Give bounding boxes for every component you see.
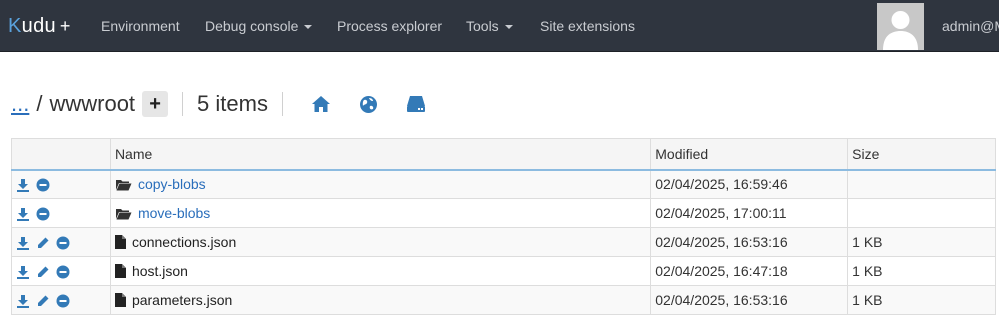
- edit-icon[interactable]: [36, 294, 50, 308]
- user-icon: [877, 3, 924, 50]
- kudu-logo[interactable]: Kudu +: [8, 12, 71, 40]
- row-actions: [11, 227, 111, 257]
- folder-name-link[interactable]: copy-blobs: [138, 176, 206, 192]
- row-actions: [11, 198, 111, 228]
- modified-cell: 02/04/2025, 16:59:46: [650, 169, 849, 199]
- item-count: 5 items: [197, 91, 268, 116]
- chevron-down-icon: [304, 25, 313, 30]
- brand-text: udu: [21, 14, 56, 37]
- file-icon: [114, 235, 126, 249]
- delete-icon[interactable]: [36, 207, 50, 221]
- file-name[interactable]: parameters.json: [132, 292, 232, 308]
- folder-name-link[interactable]: move-blobs: [138, 205, 210, 221]
- nav-site-extensions[interactable]: Site extensions: [540, 0, 635, 52]
- modified-cell: 02/04/2025, 16:53:16: [650, 227, 849, 257]
- modified-column-header[interactable]: Modified: [650, 138, 849, 171]
- download-icon[interactable]: [16, 207, 30, 222]
- delete-icon[interactable]: [56, 236, 70, 250]
- avatar[interactable]: [877, 3, 924, 50]
- divider: [182, 92, 184, 116]
- brand-k: K: [8, 14, 22, 37]
- row-actions: [11, 285, 111, 315]
- name-cell[interactable]: copy-blobs: [109, 169, 652, 199]
- table-row: host.json 02/04/2025, 16:47:18 1 KB: [11, 256, 996, 286]
- size-cell: 1 KB: [847, 227, 996, 257]
- download-icon[interactable]: [16, 265, 30, 280]
- file-icon: [114, 293, 126, 307]
- row-actions: [11, 256, 111, 286]
- folder-icon: [115, 178, 132, 191]
- row-actions: [11, 169, 111, 199]
- edit-icon[interactable]: [36, 265, 50, 279]
- delete-icon[interactable]: [36, 178, 50, 192]
- drive-icon[interactable]: [406, 95, 426, 113]
- nav-debug-console-label: Debug console: [205, 18, 299, 34]
- size-cell: 1 KB: [847, 256, 996, 286]
- size-cell: [847, 169, 996, 199]
- modified-cell: 02/04/2025, 16:53:16: [650, 285, 849, 315]
- brand-plus: +: [59, 15, 71, 36]
- download-icon[interactable]: [16, 236, 30, 251]
- add-button[interactable]: +: [142, 91, 169, 117]
- delete-icon[interactable]: [56, 265, 70, 279]
- nav-tools[interactable]: Tools: [466, 0, 513, 52]
- modified-cell: 02/04/2025, 16:47:18: [650, 256, 849, 286]
- name-cell[interactable]: move-blobs: [109, 198, 652, 228]
- file-name[interactable]: host.json: [132, 263, 188, 279]
- top-navbar: Kudu + Environment Debug console Process …: [0, 0, 999, 52]
- path-separator: /: [36, 91, 43, 116]
- breadcrumb: ... / wwwroot + 5 items: [11, 88, 440, 120]
- nav-process-explorer[interactable]: Process explorer: [337, 0, 442, 52]
- folder-icon: [115, 207, 132, 220]
- nav-tools-label: Tools: [466, 18, 499, 34]
- name-column-header[interactable]: Name: [109, 138, 652, 171]
- download-icon[interactable]: [16, 178, 30, 193]
- actions-column-header: [11, 138, 111, 171]
- size-column-header[interactable]: Size: [847, 138, 996, 171]
- divider: [281, 92, 283, 116]
- nav-environment[interactable]: Environment: [101, 0, 180, 52]
- parent-folder-link[interactable]: ...: [11, 91, 29, 117]
- size-cell: [847, 198, 996, 228]
- globe-icon[interactable]: [359, 95, 378, 114]
- modified-cell: 02/04/2025, 17:00:11: [650, 198, 849, 228]
- nav-debug-console[interactable]: Debug console: [205, 0, 313, 52]
- file-name[interactable]: connections.json: [132, 234, 236, 250]
- chevron-down-icon: [504, 25, 513, 30]
- table-row: parameters.json 02/04/2025, 16:53:16 1 K…: [11, 285, 996, 315]
- size-cell: 1 KB: [847, 285, 996, 315]
- delete-icon[interactable]: [56, 294, 70, 308]
- table-row: copy-blobs 02/04/2025, 16:59:46: [11, 169, 996, 199]
- table-row: move-blobs 02/04/2025, 17:00:11: [11, 198, 996, 228]
- name-cell[interactable]: parameters.json: [109, 285, 652, 315]
- name-cell[interactable]: connections.json: [109, 227, 652, 257]
- home-icon[interactable]: [311, 95, 331, 113]
- file-icon: [114, 264, 126, 278]
- table-header-row: Name Modified Size: [11, 138, 996, 171]
- name-cell[interactable]: host.json: [109, 256, 652, 286]
- table-row: connections.json 02/04/2025, 16:53:16 1 …: [11, 227, 996, 257]
- download-icon[interactable]: [16, 294, 30, 309]
- file-table: Name Modified Size copy-blobs 02/04/2025…: [11, 138, 996, 315]
- user-name[interactable]: admin@M: [942, 0, 999, 52]
- current-folder: wwwroot: [49, 91, 136, 116]
- edit-icon[interactable]: [36, 236, 50, 250]
